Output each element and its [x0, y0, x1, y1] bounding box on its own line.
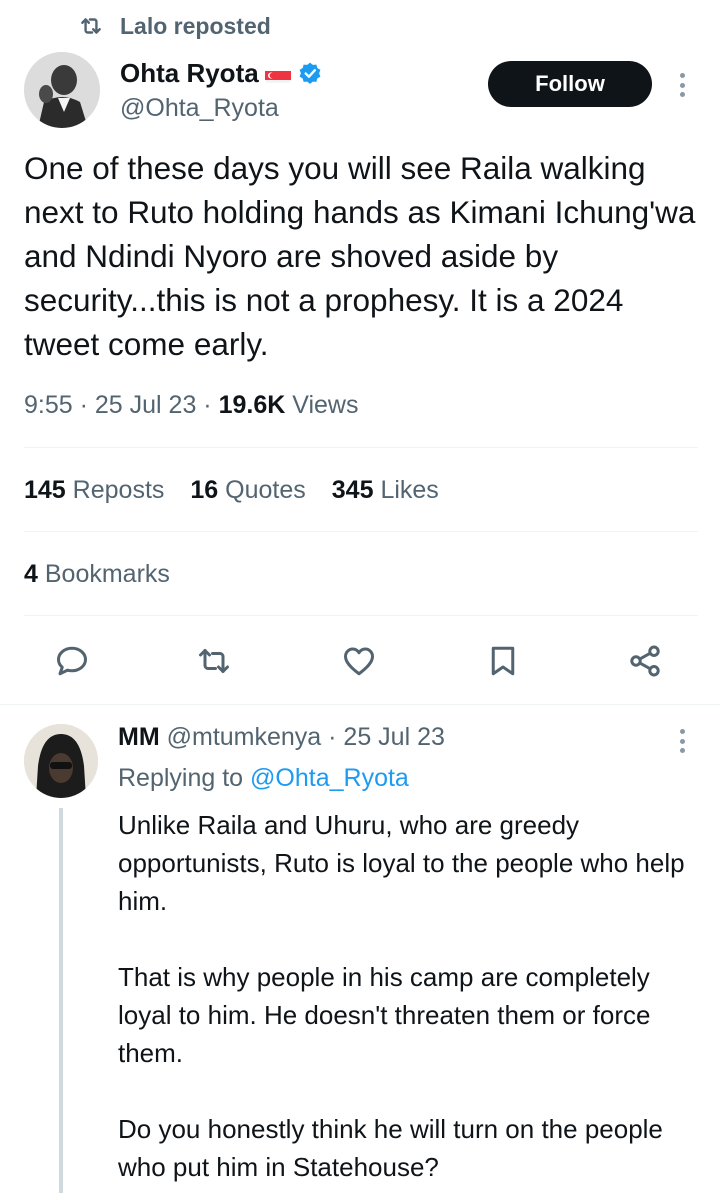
reply-header: MM @mtumkenya · 25 Jul 23 — [118, 723, 445, 751]
share-button[interactable] — [624, 640, 666, 682]
views-label: Views — [292, 391, 359, 419]
author-name[interactable]: Ohta Ryota — [120, 58, 259, 89]
verified-badge-icon — [297, 61, 323, 87]
repost-label: Lalo reposted — [120, 12, 271, 39]
reposts-stat[interactable]: 145 Reposts — [24, 476, 164, 505]
tweet-date[interactable]: 25 Jul 23 — [95, 391, 196, 419]
tweet-meta: 9:55 · 25 Jul 23 · 19.6K Views — [24, 391, 359, 419]
repost-button[interactable] — [193, 640, 235, 682]
author-name-row[interactable]: Ohta Ryota — [120, 58, 323, 89]
like-icon — [344, 647, 374, 676]
divider — [24, 531, 698, 532]
views-count: 19.6K — [218, 391, 286, 419]
replying-to-handle[interactable]: @Ohta_Ryota — [250, 764, 409, 792]
divider — [24, 615, 698, 616]
more-options-icon[interactable] — [672, 70, 692, 100]
reply-button[interactable] — [51, 640, 93, 682]
bookmarks-stat[interactable]: 4 Bookmarks — [24, 560, 170, 589]
share-icon — [630, 645, 660, 677]
reply-date[interactable]: 25 Jul 23 — [343, 723, 444, 751]
singapore-flag-icon — [264, 65, 291, 83]
reply-author-avatar[interactable] — [24, 724, 98, 798]
section-divider — [0, 704, 720, 705]
quotes-stat[interactable]: 16 Quotes — [190, 476, 305, 505]
bookmark-button[interactable] — [482, 640, 524, 682]
like-button[interactable] — [338, 640, 380, 682]
bookmark-icon — [491, 646, 515, 676]
reply-icon — [57, 646, 87, 676]
repost-context[interactable]: Lalo reposted — [78, 10, 271, 42]
repost-icon — [81, 18, 101, 34]
repost-icon — [199, 649, 229, 673]
tweet-time[interactable]: 9:55 — [24, 391, 73, 419]
reply-author-name[interactable]: MM — [118, 723, 160, 751]
follow-button[interactable]: Follow — [488, 61, 652, 107]
reply-author-handle[interactable]: @mtumkenya — [167, 723, 322, 751]
author-avatar[interactable] — [24, 52, 100, 128]
engagement-stats: 145 Reposts 16 Quotes 345 Likes — [24, 476, 439, 505]
reply-more-options-icon[interactable] — [672, 726, 692, 756]
reply-text: Unlike Raila and Uhuru, who are greedy o… — [118, 810, 685, 1182]
tweet-text: One of these days you will see Raila wal… — [24, 150, 705, 362]
thread-line — [59, 808, 63, 1193]
likes-stat[interactable]: 345 Likes — [332, 476, 439, 505]
divider — [24, 447, 698, 448]
replying-prefix: Replying to — [118, 764, 244, 792]
replying-to: Replying to @Ohta_Ryota — [118, 764, 409, 793]
author-handle[interactable]: @Ohta_Ryota — [120, 94, 279, 123]
